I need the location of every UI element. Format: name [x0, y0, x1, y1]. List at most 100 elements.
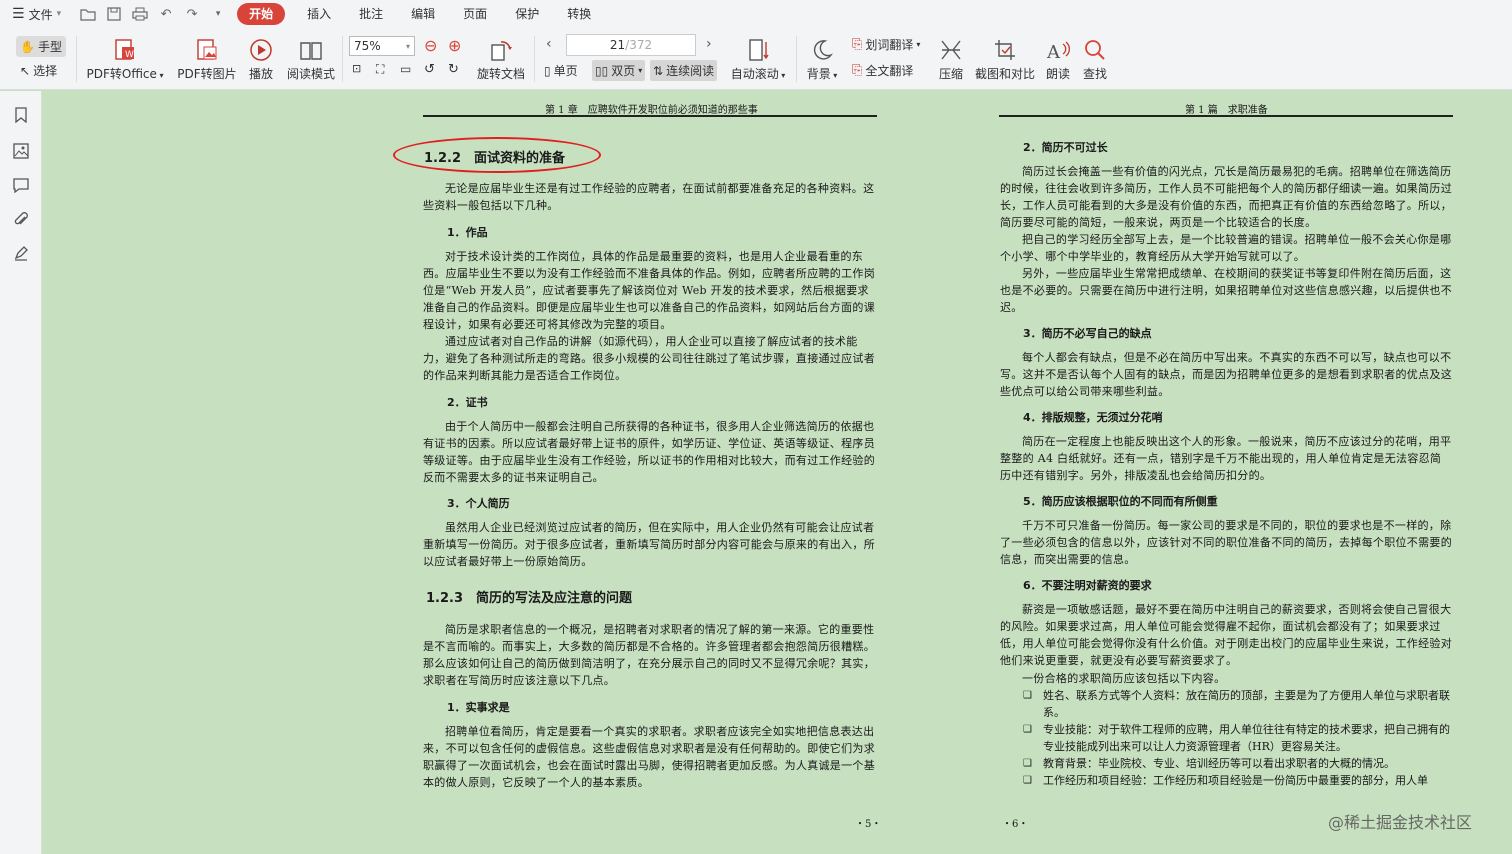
screenshot-icon: [993, 32, 1017, 62]
paragraph: 简历在一定程度上也能反映出这个人的形象。一般说来，简历不应该过分的花哨，用平整整…: [1000, 435, 1452, 482]
full-translate-label: 全文翻译: [865, 64, 914, 78]
chevron-down-icon: ▾: [916, 40, 921, 49]
divider: [534, 36, 535, 82]
search-icon: [1083, 32, 1107, 62]
actual-size-icon[interactable]: ⊡: [352, 62, 361, 75]
word-translate-button[interactable]: ⎘ 划词翻译 ▾: [852, 36, 920, 53]
read-mode-button[interactable]: 阅读模式: [284, 32, 338, 82]
continuous-read-label: 连续阅读: [666, 64, 715, 78]
rotate-document-icon: [489, 32, 513, 62]
subheading: 4．排版规整，无须过分花哨: [1023, 411, 1163, 424]
hamburger-icon: ☰: [12, 6, 25, 22]
select-tool-button[interactable]: ↖ 选择: [20, 62, 57, 79]
signature-icon[interactable]: [11, 243, 31, 263]
prev-page-icon[interactable]: ‹: [546, 36, 552, 52]
paragraph: 一份合格的求职简历应该包括以下内容。: [1022, 672, 1226, 685]
toolbar: ✋ 手型 ↖ 选择 W PDF转Office ▾ PDF转图片 播放 阅读模式 …: [0, 28, 1512, 90]
cursor-icon: ↖: [20, 63, 31, 78]
rotate-document-label: 旋转文档: [476, 67, 525, 81]
chevron-down-icon: ▾: [638, 66, 643, 75]
comment-icon[interactable]: [11, 175, 31, 195]
tab-convert[interactable]: 转换: [555, 3, 603, 25]
screenshot-compare-button[interactable]: 截图和对比: [974, 32, 1036, 82]
page-number: ・5・: [855, 819, 882, 830]
pdf-to-office-icon: W: [113, 32, 137, 62]
play-icon: [249, 32, 273, 62]
background-button[interactable]: 背景 ▾: [803, 32, 841, 82]
open-folder-icon[interactable]: [75, 3, 101, 25]
subheading: 6．不要注明对薪资的要求: [1023, 579, 1152, 592]
tab-insert[interactable]: 插入: [295, 3, 343, 25]
tab-protect[interactable]: 保护: [503, 3, 551, 25]
fit-width-icon[interactable]: ▭: [400, 62, 411, 76]
pdf-to-image-label: PDF转图片: [177, 67, 237, 81]
zoom-in-icon[interactable]: ⊕: [448, 36, 461, 55]
next-page-icon[interactable]: ›: [706, 36, 712, 52]
watermark: @稀土掘金技术社区: [1328, 813, 1473, 832]
paragraph: 简历是求职者信息的一个概况，是招聘者对求职者的情况了解的第一来源。它的重要性是不…: [423, 623, 875, 687]
pdf-to-office-label: PDF转Office ▾: [86, 67, 164, 81]
compress-label: 压缩: [938, 67, 963, 81]
double-page-button[interactable]: ▯▯ 双页 ▾: [592, 60, 646, 81]
paragraph: 千万不可只准备一份简历。每一家公司的要求是不同的，职位的要求也是不一样的，除了一…: [1000, 519, 1452, 566]
auto-scroll-label: 自动滚动 ▾: [730, 67, 786, 81]
find-button[interactable]: 查找: [1080, 32, 1110, 82]
auto-scroll-button[interactable]: 自动滚动 ▾: [728, 32, 788, 82]
fit-page-icon[interactable]: ⛶: [376, 62, 384, 77]
zoom-value: 75%: [354, 39, 381, 53]
pdf-to-office-button[interactable]: W PDF转Office ▾: [86, 32, 164, 82]
undo-icon[interactable]: ↶: [153, 3, 179, 25]
paragraph: 另外，一些应届毕业生常常把成绩单、在校期间的获奖证书等复印件附在简历后面，这也是…: [1000, 267, 1452, 314]
print-icon[interactable]: [127, 3, 153, 25]
rotate-left-icon[interactable]: ↺: [424, 62, 435, 77]
double-page-label: 双页: [611, 64, 636, 78]
redo-icon[interactable]: ↷: [179, 3, 205, 25]
compress-button[interactable]: 压缩: [934, 32, 968, 82]
subheading: 5．简历应该根据职位的不同而有所侧重: [1023, 495, 1218, 508]
chevron-down-icon: ▾: [405, 41, 410, 51]
zoom-select[interactable]: 75% ▾: [349, 36, 415, 56]
divider: [342, 36, 343, 82]
attachment-icon[interactable]: [11, 209, 31, 229]
paragraph: 由于个人简历中一般都会注明自己所获得的各种证书，很多用人企业筛选简历的依据也有证…: [423, 420, 875, 484]
tab-annotate[interactable]: 批注: [347, 3, 395, 25]
continuous-read-button[interactable]: ⇅ 连续阅读: [650, 60, 718, 81]
moon-icon: [810, 32, 834, 62]
chevron-down-icon: ▾: [56, 9, 62, 19]
hand-tool-button[interactable]: ✋ 手型: [16, 36, 66, 57]
single-page-button[interactable]: ▯ 单页: [544, 62, 578, 79]
full-translate-icon: ⎘: [852, 63, 863, 78]
thumbnail-icon[interactable]: [11, 141, 31, 161]
list-item: 专业技能：对于软件工程师的应聘，用人单位往往有特定的技术要求，把自己拥有的专业技…: [1023, 721, 1453, 755]
bookmark-icon[interactable]: [11, 105, 31, 125]
speaker-a-icon: A: [1045, 32, 1071, 62]
translate-icon: ⎘: [852, 37, 863, 52]
play-button[interactable]: 播放: [244, 32, 278, 82]
svg-text:W: W: [125, 50, 134, 60]
save-icon[interactable]: [101, 3, 127, 25]
screenshot-compare-label: 截图和对比: [974, 67, 1035, 81]
read-aloud-button[interactable]: A 朗读: [1042, 32, 1074, 82]
tab-edit[interactable]: 编辑: [399, 3, 447, 25]
section-heading-1-2-3: 1.2.3 简历的写法及应注意的问题: [426, 591, 633, 606]
subheading: 2．简历不可过长: [1023, 141, 1108, 154]
paragraph: 招聘单位看简历，肯定是要看一个真实的求职者。求职者应该完全如实地把信息表达出来，…: [423, 725, 875, 789]
select-tool-label: 选择: [33, 64, 58, 78]
file-menu[interactable]: ☰ 文件 ▾: [12, 6, 61, 23]
pdf-to-image-button[interactable]: PDF转图片: [176, 32, 238, 82]
customize-quick-access-icon[interactable]: ▾: [205, 3, 231, 25]
zoom-out-icon[interactable]: ⊖: [424, 36, 437, 55]
paragraph: 薪资是一项敏感话题，最好不要在简历中注明自己的薪资要求，否则将会使自己冒很大的风…: [1000, 603, 1452, 667]
rotate-right-icon[interactable]: ↻: [448, 62, 459, 77]
list-item: 姓名、联系方式等个人资料：放在简历的顶部，主要是为了方便用人单位与求职者联系。: [1023, 687, 1453, 721]
tab-start[interactable]: 开始: [237, 3, 286, 25]
read-aloud-label: 朗读: [1045, 67, 1070, 81]
subheading: 1．实事求是: [447, 701, 510, 714]
tab-page[interactable]: 页面: [451, 3, 499, 25]
document-page-right: 第 1 篇 求职准备 2．简历不可过长 简历过长会掩盖一些有价值的闪光点，冗长是…: [945, 91, 1505, 854]
rotate-document-button[interactable]: 旋转文档: [474, 32, 528, 82]
full-translate-button[interactable]: ⎘ 全文翻译: [852, 62, 913, 79]
page-number-input[interactable]: 21 /372: [566, 34, 696, 56]
auto-scroll-icon: [746, 32, 770, 62]
divider: [796, 36, 797, 82]
